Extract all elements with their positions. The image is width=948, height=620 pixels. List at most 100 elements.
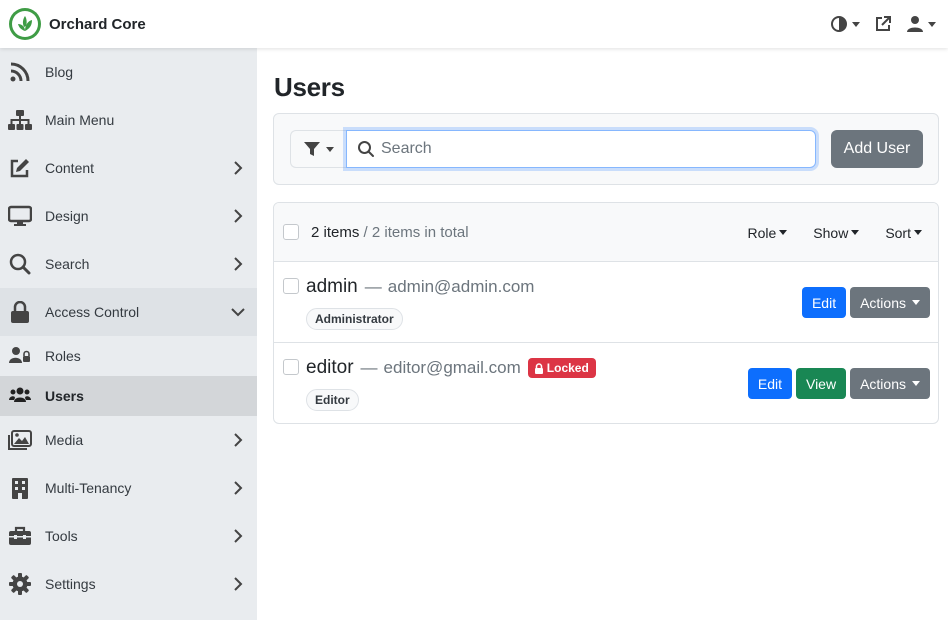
list-header: 2 items / 2 items in total Role Show Sor… [274, 203, 938, 262]
actions-dropdown[interactable]: Actions [850, 287, 930, 318]
rss-icon [8, 60, 32, 84]
sidebar-item-label: Multi-Tenancy [45, 480, 132, 496]
locked-badge: Locked [527, 358, 596, 378]
chevron-right-icon [234, 161, 243, 175]
lock-icon [8, 300, 32, 324]
table-row: editor — editor@gmail.com Locked Editor … [274, 343, 938, 423]
sidebar-item-media[interactable]: Media [0, 416, 257, 464]
show-filter-label: Show [813, 224, 849, 241]
actions-label: Actions [860, 375, 906, 392]
chevron-down-icon [914, 230, 922, 235]
chevron-right-icon [234, 209, 243, 223]
open-site-button[interactable] [874, 15, 892, 33]
chevron-right-icon [234, 433, 243, 447]
chevron-down-icon [231, 308, 245, 317]
role-badge: Editor [306, 389, 359, 411]
chevron-down-icon [851, 230, 860, 235]
chevron-down-icon [325, 146, 334, 152]
chevron-right-icon [234, 577, 243, 591]
locked-label: Locked [546, 361, 589, 375]
sidebar-item-blog[interactable]: Blog [0, 48, 257, 96]
cog-icon [8, 572, 32, 596]
user-menu-button[interactable] [906, 15, 936, 33]
sidebar-item-users[interactable]: Users [0, 376, 257, 416]
role-filter-label: Role [747, 224, 777, 241]
theme-toggle-icon [831, 16, 847, 32]
show-filter-dropdown[interactable]: Show [813, 224, 860, 241]
top-navbar: Orchard Core [0, 0, 948, 48]
filter-button[interactable] [290, 130, 346, 168]
chevron-down-icon [912, 300, 920, 305]
sidebar-item-label: Roles [45, 348, 81, 364]
sidebar-item-multi-tenancy[interactable]: Multi-Tenancy [0, 464, 257, 512]
sort-dropdown[interactable]: Sort [885, 225, 922, 241]
orchard-core-logo [9, 8, 41, 40]
select-all-checkbox[interactable] [283, 224, 299, 240]
items-count-label: 2 items [311, 223, 360, 241]
items-count: 2 items / 2 items in total [311, 224, 469, 241]
images-icon [8, 428, 32, 452]
actions-label: Actions [860, 294, 906, 311]
row-checkbox[interactable] [283, 278, 299, 294]
toolbox-icon [8, 524, 32, 548]
sidebar-item-label: Content [45, 160, 95, 176]
chevron-right-icon [234, 481, 243, 495]
chevron-right-icon [234, 529, 243, 543]
external-link-icon [876, 16, 891, 31]
chevron-right-icon [234, 257, 243, 271]
user-summary: admin — admin@admin.com [306, 276, 534, 298]
search-card: Add User [273, 113, 939, 185]
search-input[interactable] [381, 140, 801, 158]
brand[interactable]: Orchard Core [9, 8, 146, 40]
row-checkbox[interactable] [283, 359, 299, 375]
view-button[interactable]: View [795, 368, 847, 399]
chevron-down-icon [779, 230, 788, 235]
sidebar-item-main-menu[interactable]: Main Menu [0, 96, 257, 144]
search-field[interactable] [346, 130, 816, 168]
page-title: Users [274, 72, 345, 102]
sidebar-item-roles[interactable]: Roles [0, 336, 257, 376]
sidebar-item-access-control[interactable]: Access Control [0, 288, 257, 336]
sort-label: Sort [885, 224, 911, 241]
role-filter-dropdown[interactable]: Role [747, 224, 788, 241]
users-icon [9, 386, 31, 407]
chevron-down-icon [912, 381, 920, 386]
filter-icon [303, 142, 320, 156]
table-row: admin — admin@admin.com Administrator Ed… [274, 262, 938, 343]
user-summary: editor — editor@gmail.com Locked [306, 357, 596, 379]
sidebar-item-label: Access Control [45, 304, 140, 320]
separator: — [364, 277, 382, 296]
items-total-label: / 2 items in total [363, 223, 469, 241]
edit-icon [8, 156, 32, 180]
user-name[interactable]: admin [306, 276, 358, 298]
desktop-icon [8, 204, 32, 228]
sidebar-item-label: Media [45, 432, 84, 448]
sidebar-item-label: Design [45, 208, 89, 224]
lock-icon [534, 362, 543, 374]
edit-button[interactable]: Edit [747, 368, 792, 399]
user-name[interactable]: editor [306, 357, 354, 379]
sidebar-item-tools[interactable]: Tools [0, 512, 257, 560]
building-icon [8, 476, 32, 500]
sidebar-item-label: Main Menu [45, 112, 115, 128]
chevron-down-icon [928, 21, 936, 27]
actions-dropdown[interactable]: Actions [850, 368, 930, 399]
user-lock-icon [9, 346, 31, 367]
sidebar-item-design[interactable]: Design [0, 192, 257, 240]
sidebar-item-label: Search [45, 256, 90, 272]
chevron-down-icon [852, 21, 860, 27]
sidebar-item-label: Settings [45, 576, 96, 592]
sidebar-item-label: Blog [45, 64, 74, 80]
sidebar-item-label: Tools [45, 528, 78, 544]
edit-button[interactable]: Edit [801, 287, 847, 318]
add-user-button[interactable]: Add User [831, 130, 923, 168]
separator: — [360, 358, 378, 377]
search-icon [8, 252, 32, 276]
sidebar-item-content[interactable]: Content [0, 144, 257, 192]
sidebar-item-search[interactable]: Search [0, 240, 257, 288]
users-list: 2 items / 2 items in total Role Show Sor… [273, 202, 939, 424]
sitemap-icon [8, 108, 32, 132]
theme-toggle-button[interactable] [830, 15, 860, 33]
sidebar-item-settings[interactable]: Settings [0, 560, 257, 608]
sidebar: Blog Main Menu Content Design Search Acc… [0, 48, 257, 620]
